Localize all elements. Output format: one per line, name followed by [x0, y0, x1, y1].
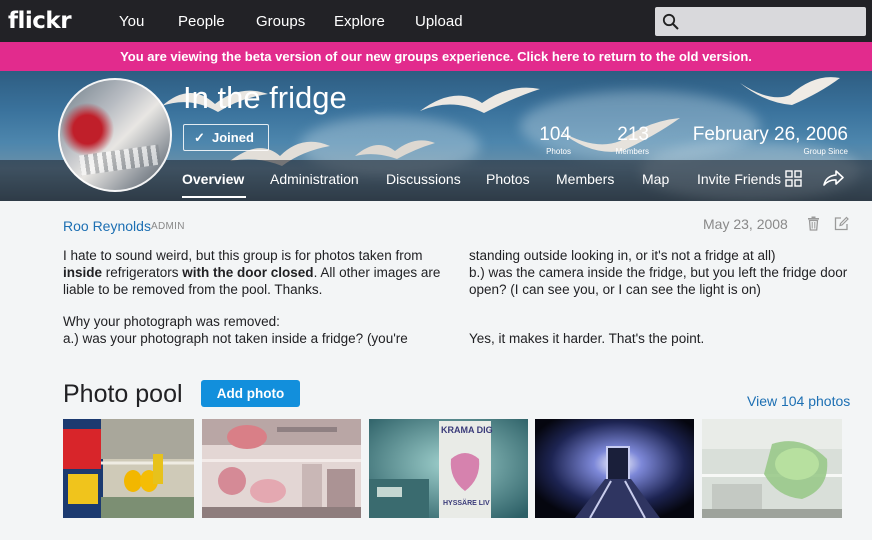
tab-photos[interactable]: Photos — [486, 171, 530, 187]
tab-map[interactable]: Map — [642, 171, 669, 187]
pool-photo-2[interactable] — [202, 419, 361, 518]
checkmark-icon: ✓ — [194, 130, 205, 145]
tab-discussions[interactable]: Discussions — [386, 171, 461, 187]
nav-explore[interactable]: Explore — [334, 13, 385, 30]
photo-pool-title: Photo pool — [63, 380, 183, 408]
flickr-logo[interactable]: flickr — [8, 8, 72, 34]
milk-carton-text-2: HYSSÄRE LIV — [443, 499, 490, 507]
group-avatar — [58, 78, 172, 192]
col2-line-1: standing outside looking in, or it's not… — [469, 248, 776, 263]
active-tab-indicator — [182, 196, 246, 198]
stat-photos: 104 Photos — [539, 124, 571, 156]
stat-group-since: February 26, 2006 Group Since — [693, 124, 848, 156]
tab-members[interactable]: Members — [556, 171, 614, 187]
intro-bold-1: inside — [63, 265, 103, 280]
tab-overview[interactable]: Overview — [182, 171, 244, 187]
joined-label: Joined — [212, 130, 254, 145]
nav-you[interactable]: You — [119, 13, 144, 30]
stat-group-since-label: Group Since — [803, 147, 848, 156]
stat-photos-label: Photos — [546, 147, 571, 156]
col2-reason-b: b.) was the camera inside the fridge, bu… — [469, 265, 848, 297]
description-intro: I hate to sound weird, but this group is… — [63, 247, 448, 298]
stat-members: 213 Members — [616, 124, 649, 156]
pool-photo-4[interactable] — [535, 419, 694, 518]
pool-photo-5[interactable] — [702, 419, 842, 518]
why-heading: Why your photograph was removed: — [63, 314, 280, 329]
intro-text-1: I hate to sound weird, but this group is… — [63, 248, 423, 263]
pool-photo-3[interactable]: KRAMA DIG HYSSÄRE LIV — [369, 419, 528, 518]
why-reason-a: a.) was your photograph not taken inside… — [63, 331, 408, 346]
beta-banner[interactable]: You are viewing the beta version of our … — [0, 42, 872, 71]
stat-members-label: Members — [615, 147, 649, 156]
intro-text-2: refrigerators — [102, 265, 183, 280]
col2-closing: Yes, it makes it harder. That's the poin… — [469, 331, 705, 346]
add-photo-button[interactable]: Add photo — [201, 380, 300, 407]
stat-photos-value: 104 — [539, 124, 571, 145]
milk-carton-text-1: KRAMA DIG — [441, 425, 493, 435]
search-icon — [662, 13, 679, 30]
tab-administration[interactable]: Administration — [270, 171, 359, 187]
role-badge: ADMIN — [151, 221, 185, 232]
stat-members-value: 213 — [617, 124, 649, 145]
view-all-photos-link[interactable]: View 104 photos — [747, 393, 850, 409]
trash-icon[interactable] — [807, 216, 820, 231]
joined-button[interactable]: ✓ Joined — [183, 124, 269, 151]
top-navigation-bar: flickr You People Groups Explore Upload — [0, 0, 872, 42]
group-title: In the fridge — [183, 80, 347, 115]
author-link[interactable]: Roo Reynolds — [63, 218, 151, 234]
tab-invite-friends[interactable]: Invite Friends — [697, 171, 781, 187]
post-date: May 23, 2008 — [703, 216, 788, 232]
share-icon[interactable] — [822, 169, 844, 187]
search-input[interactable] — [655, 7, 866, 36]
intro-bold-2: with the door closed — [182, 265, 314, 280]
edit-icon[interactable] — [834, 216, 849, 231]
pool-photo-1[interactable] — [63, 419, 194, 518]
stat-group-since-value: February 26, 2006 — [692, 124, 848, 145]
nav-upload[interactable]: Upload — [415, 13, 463, 30]
description-removal-reasons: Why your photograph was removed: a.) was… — [63, 313, 448, 347]
nav-people[interactable]: People — [178, 13, 225, 30]
nav-groups[interactable]: Groups — [256, 13, 305, 30]
grid-icon[interactable] — [785, 170, 802, 187]
description-column-2: standing outside looking in, or it's not… — [469, 247, 854, 298]
